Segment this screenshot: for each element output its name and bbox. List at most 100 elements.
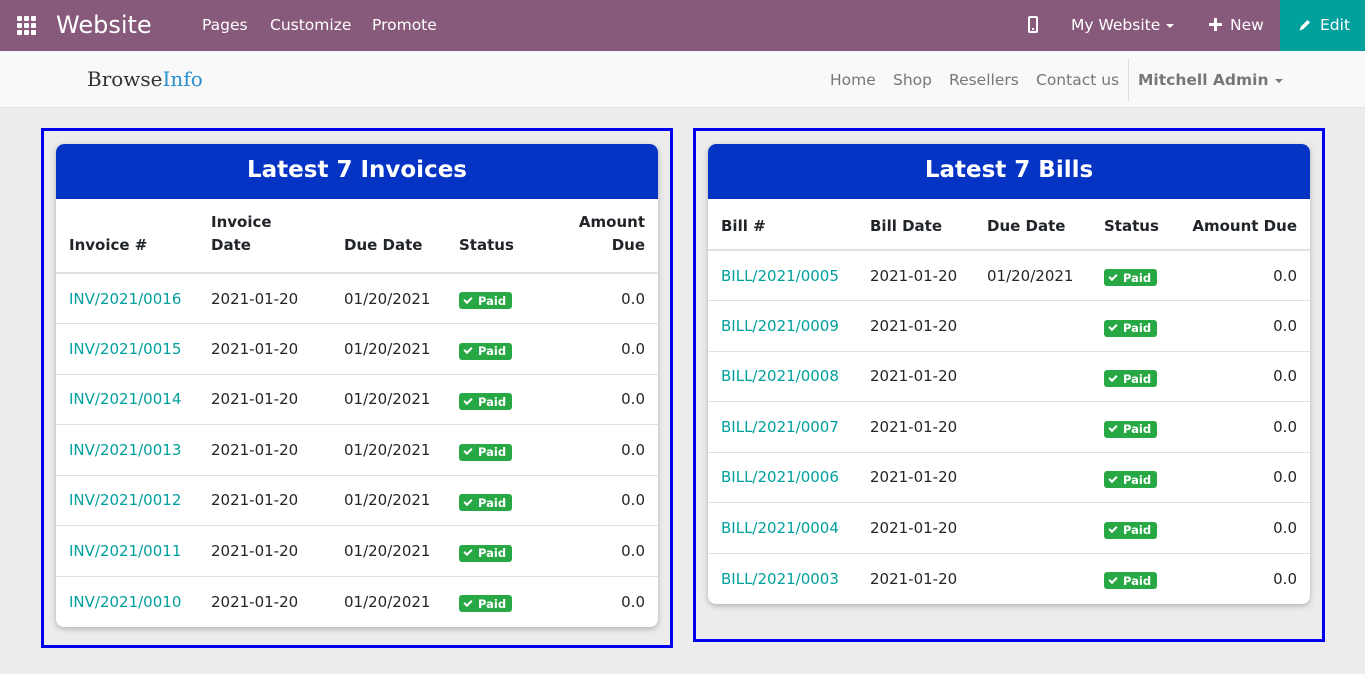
status-cell: Paid <box>446 424 538 475</box>
chevron-down-icon <box>1166 23 1175 28</box>
column-header-due-date: Due Date <box>974 199 1091 251</box>
check-icon <box>1108 422 1118 433</box>
invoice-link[interactable]: INV/2021/0013 <box>69 441 181 459</box>
due-date-cell <box>974 451 1091 503</box>
mobile-preview-icon[interactable] <box>1028 16 1038 33</box>
menu-customize[interactable]: Customize <box>270 16 351 34</box>
table-row: BILL/2021/0004 2021-01-20 Paid 0.0 <box>708 502 1310 553</box>
amount-due-cell: 0.0 <box>1176 502 1310 553</box>
column-header-line: Due Date <box>344 236 423 254</box>
check-icon <box>463 344 473 355</box>
status-badge-label: Paid <box>1123 371 1152 386</box>
amount-due-cell: 0.0 <box>538 373 658 425</box>
table-row: INV/2021/0015 2021-01-20 01/20/2021 Paid 0.0 <box>56 323 658 374</box>
date-cell: 2021-01-20 <box>211 289 299 308</box>
due-date-cell <box>974 401 1091 452</box>
status-cell: Paid <box>1091 552 1176 604</box>
website-selector[interactable]: My Website <box>1071 16 1175 34</box>
invoice-link[interactable]: INV/2021/0014 <box>69 390 181 408</box>
status-badge-label: Paid <box>478 495 507 510</box>
date-cell: 2021-01-20 <box>198 525 331 576</box>
due-date-cell <box>974 350 1091 402</box>
status-cell: Paid <box>446 373 538 425</box>
bill-link[interactable]: BILL/2021/0008 <box>721 367 839 385</box>
bill-link[interactable]: BILL/2021/0003 <box>721 570 839 588</box>
status-badge: Paid <box>459 544 513 562</box>
check-icon <box>1108 271 1118 281</box>
invoice-link[interactable]: INV/2021/0012 <box>69 491 181 509</box>
number-cell: INV/2021/0012 <box>56 474 198 526</box>
table-row: INV/2021/0011 2021-01-20 01/20/2021 Paid 0.0 <box>56 525 658 576</box>
check-icon <box>1108 473 1118 483</box>
apps-grid-icon[interactable] <box>17 16 37 35</box>
check-icon <box>1108 523 1118 534</box>
bills-header-row: Bill # Bill Date Due Date Status Amount … <box>708 199 1310 251</box>
nav-shop[interactable]: Shop <box>893 71 932 89</box>
status-badge-label: Paid <box>478 546 507 560</box>
status-cell: Paid <box>1091 401 1176 452</box>
column-header-amount-due: Amount Due <box>538 199 658 274</box>
new-button[interactable]: New <box>1230 16 1264 34</box>
user-menu[interactable]: Mitchell Admin <box>1138 71 1283 89</box>
date-cell: 2021-01-20 <box>857 552 974 604</box>
invoices-card: Latest 7 Invoices Invoice # Invoice Date … <box>56 144 658 627</box>
amount-due-cell: 0.0 <box>538 474 658 526</box>
bill-link[interactable]: BILL/2021/0006 <box>721 468 839 486</box>
nav-contact-us[interactable]: Contact us <box>1036 71 1119 89</box>
nav-divider <box>1128 58 1129 102</box>
status-badge-label: Paid <box>478 293 507 308</box>
nav-resellers[interactable]: Resellers <box>949 71 1019 89</box>
date-cell: 2021-01-20 <box>857 451 974 503</box>
due-date-cell: 01/20/2021 <box>331 525 446 576</box>
status-badge: Paid <box>1104 420 1158 438</box>
status-badge: Paid <box>1104 572 1158 590</box>
invoice-link[interactable]: INV/2021/0011 <box>69 542 181 560</box>
due-date-cell: 01/20/2021 <box>344 289 431 308</box>
date-cell: 2021-01-20 <box>198 424 331 475</box>
date-cell: 2021-01-20 <box>870 266 958 285</box>
check-icon <box>1108 574 1118 584</box>
site-logo[interactable]: BrowseInfo <box>87 67 203 91</box>
status-badge-label: Paid <box>478 344 507 358</box>
pencil-icon <box>1299 20 1310 31</box>
status-cell: Paid <box>1091 451 1176 503</box>
site-navbar: BrowseInfo Home Shop Resellers Contact u… <box>0 51 1365 108</box>
menu-promote[interactable]: Promote <box>372 16 437 34</box>
table-row: BILL/2021/0005 2021-01-20 01/20/2021 Paid 0.… <box>708 250 1310 301</box>
invoice-link[interactable]: INV/2021/0015 <box>69 340 181 358</box>
amount-due-cell: 0.0 <box>621 289 645 308</box>
check-icon <box>463 294 473 304</box>
amount-due-cell: 0.0 <box>538 323 658 374</box>
edit-button[interactable]: Edit <box>1280 0 1365 51</box>
edit-button-label: Edit <box>1320 16 1351 34</box>
table-row: BILL/2021/0003 2021-01-20 Paid 0.0 <box>708 552 1310 604</box>
bill-link[interactable]: BILL/2021/0009 <box>721 317 839 335</box>
due-date-cell: 01/20/2021 <box>331 373 446 425</box>
plus-icon[interactable] <box>1209 18 1222 31</box>
bills-title: Latest 7 Bills <box>708 144 1310 199</box>
due-date-cell <box>974 552 1091 604</box>
bill-link[interactable]: BILL/2021/0007 <box>721 418 839 436</box>
number-cell: BILL/2021/0008 <box>708 350 857 402</box>
amount-due-cell: 0.0 <box>1176 350 1310 402</box>
menu-pages[interactable]: Pages <box>202 16 248 34</box>
column-header-line: Status <box>459 236 514 254</box>
bill-link[interactable]: BILL/2021/0004 <box>721 519 839 537</box>
number-cell: INV/2021/0013 <box>56 424 198 475</box>
nav-home[interactable]: Home <box>830 71 876 89</box>
amount-due-cell: 0.0 <box>1176 552 1310 604</box>
check-icon <box>463 496 473 506</box>
invoice-link[interactable]: INV/2021/0016 <box>69 290 181 308</box>
status-cell: Paid <box>446 474 538 526</box>
bill-link[interactable]: BILL/2021/0005 <box>721 267 839 285</box>
check-icon <box>1108 372 1118 382</box>
table-row: BILL/2021/0006 2021-01-20 Paid 0.0 <box>708 451 1310 503</box>
date-cell: 2021-01-20 <box>857 502 974 553</box>
status-badge: Paid <box>1104 471 1158 488</box>
date-cell: 2021-01-20 <box>198 575 331 627</box>
status-badge-label: Paid <box>1123 472 1152 487</box>
number-cell: INV/2021/0014 <box>56 373 198 425</box>
invoice-link[interactable]: INV/2021/0010 <box>69 593 181 611</box>
column-header-invoice-number: Invoice # <box>56 199 198 274</box>
status-badge: Paid <box>459 443 513 461</box>
